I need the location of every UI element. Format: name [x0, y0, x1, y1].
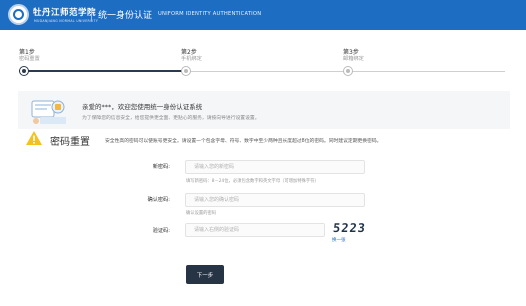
step-3-sub: 邮箱绑定: [343, 56, 364, 62]
step-3-dot-icon: [343, 66, 353, 76]
new-password-hint: 填写新密码：8－24位，必须包含数字和英文字母（可增加特殊字符）: [186, 179, 319, 184]
step-2-dot-icon: [181, 66, 191, 76]
step-1-sub: 密码重置: [19, 56, 40, 62]
welcome-illustration-icon: [31, 100, 66, 124]
captcha-image[interactable]: 5223: [332, 221, 370, 236]
step-2-sub: 手机绑定: [181, 56, 202, 62]
section-description: 安全性高的密码可以使账号更安全。请设置一个包含字母、符号、数字中至少两种且长度超…: [105, 139, 382, 144]
school-name: 牡丹江师范学院: [33, 8, 97, 18]
welcome-title: 亲爱的***，欢迎您使用统一身份认证系统: [82, 103, 203, 111]
step-progress-line: [19, 70, 187, 72]
new-password-label: 新密码:: [152, 164, 170, 170]
header-divider: [91, 8, 92, 21]
confirm-password-hint: 确认设置的密码: [186, 211, 217, 216]
captcha-label: 验证码:: [152, 228, 170, 234]
school-name-en: MUDANJIANG NORMAL UNIVERSITY: [34, 19, 99, 23]
school-logo-icon: [8, 4, 29, 25]
next-step-button[interactable]: 下一步: [186, 265, 224, 284]
confirm-password-label: 确认密码:: [147, 197, 171, 203]
welcome-description: 为了保障您的信息安全，给您提供更全面、更贴心的服务，请按向导进行设置设置。: [82, 116, 260, 121]
system-title-en: UNIFORM IDENTITY AUTHENTICATION: [158, 10, 262, 17]
top-header: 牡丹江师范学院 MUDANJIANG NORMAL UNIVERSITY 统一身…: [0, 0, 526, 30]
warning-icon: [26, 131, 42, 145]
refresh-captcha-link[interactable]: 换一张: [332, 237, 346, 243]
system-title: 统一身份认证: [98, 11, 153, 21]
new-password-input[interactable]: [185, 160, 365, 174]
captcha-input[interactable]: [185, 223, 325, 237]
confirm-password-input[interactable]: [185, 193, 365, 207]
step-1-dot-icon: [19, 66, 29, 76]
section-title: 密码重置: [50, 137, 90, 148]
